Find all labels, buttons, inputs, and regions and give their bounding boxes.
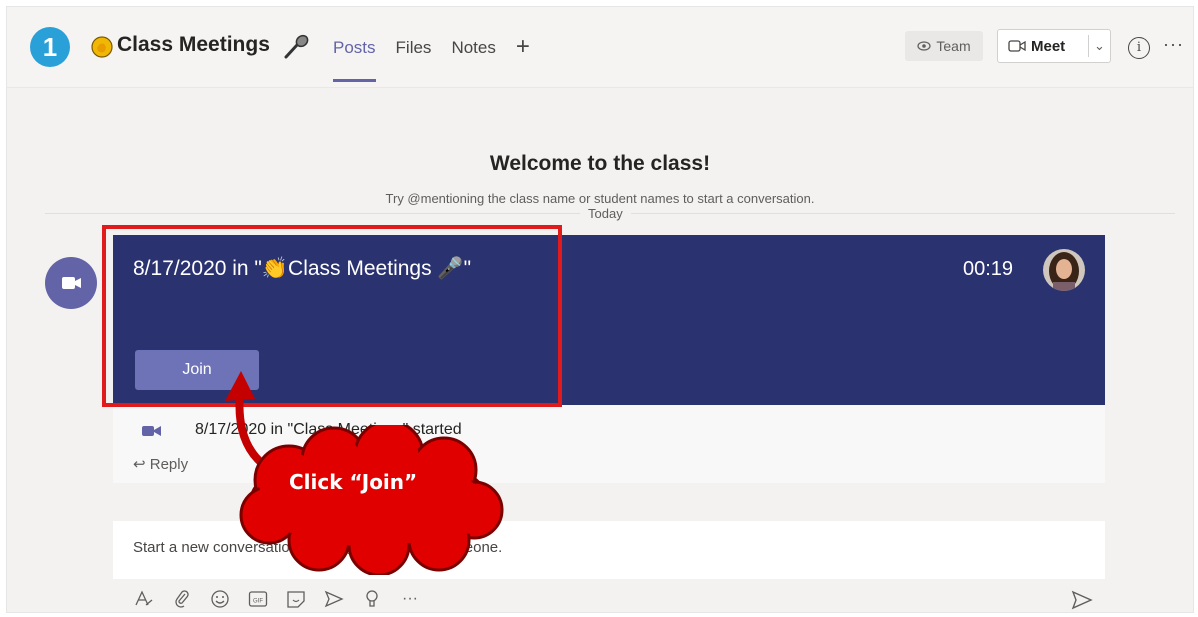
attach-icon[interactable] bbox=[169, 587, 195, 611]
callout-text: Click “Join” bbox=[289, 470, 418, 494]
more-icon[interactable]: ··· bbox=[1163, 34, 1184, 55]
meeting-duration: 00:19 bbox=[963, 258, 1014, 280]
callout-cloud bbox=[239, 425, 504, 575]
more-options-icon[interactable]: ··· bbox=[397, 587, 423, 611]
gif-icon[interactable]: GIF bbox=[245, 587, 271, 611]
eye-icon bbox=[917, 41, 931, 51]
channel-title: Class Meetings bbox=[117, 33, 270, 56]
channel-header: 1 Class Meetings Posts Files Notes + Tea… bbox=[7, 7, 1193, 88]
praise-icon[interactable] bbox=[359, 587, 385, 611]
tab-files[interactable]: Files bbox=[396, 38, 432, 82]
chevron-down-icon[interactable]: ⌄ bbox=[1089, 38, 1110, 54]
svg-text:GIF: GIF bbox=[253, 599, 263, 605]
info-icon[interactable]: i bbox=[1128, 37, 1150, 59]
tab-posts[interactable]: Posts bbox=[333, 38, 376, 82]
welcome-subtitle: Try @mentioning the class name or studen… bbox=[385, 191, 815, 206]
emoji-icon[interactable] bbox=[207, 587, 233, 611]
team-avatar-icon bbox=[91, 36, 113, 58]
reply-label: Reply bbox=[149, 456, 189, 473]
video-camera-icon bbox=[1008, 40, 1026, 52]
add-tab-button[interactable]: + bbox=[516, 33, 530, 77]
channel-tabs: Posts Files Notes + bbox=[333, 33, 530, 82]
welcome-title: Welcome to the class! bbox=[489, 152, 711, 175]
meeting-avatar bbox=[45, 257, 97, 309]
reply-button[interactable]: ↩ Reply bbox=[133, 455, 188, 473]
reply-icon: ↩ bbox=[133, 456, 146, 473]
team-button[interactable]: Team bbox=[905, 31, 983, 61]
meet-now-icon[interactable] bbox=[321, 587, 347, 611]
tab-notes[interactable]: Notes bbox=[451, 38, 495, 82]
video-camera-icon bbox=[142, 426, 161, 436]
participant-avatar bbox=[1043, 249, 1085, 291]
video-camera-icon bbox=[62, 277, 81, 289]
step-badge: 1 bbox=[30, 27, 70, 67]
compose-toolbar: GIF ··· bbox=[131, 587, 423, 611]
date-divider-label: Today bbox=[580, 206, 631, 221]
format-icon[interactable] bbox=[131, 587, 157, 611]
meet-button-label: Meet bbox=[1031, 37, 1066, 55]
highlight-box bbox=[102, 225, 562, 407]
team-button-label: Team bbox=[936, 38, 971, 54]
send-icon[interactable] bbox=[1071, 590, 1093, 610]
meet-now-button[interactable]: Meet bbox=[998, 38, 1088, 55]
teams-window: 1 Class Meetings Posts Files Notes + Tea… bbox=[6, 6, 1194, 613]
microphone-icon bbox=[284, 34, 309, 59]
sticker-icon[interactable] bbox=[283, 587, 309, 611]
meet-button[interactable]: Meet ⌄ bbox=[997, 29, 1111, 63]
